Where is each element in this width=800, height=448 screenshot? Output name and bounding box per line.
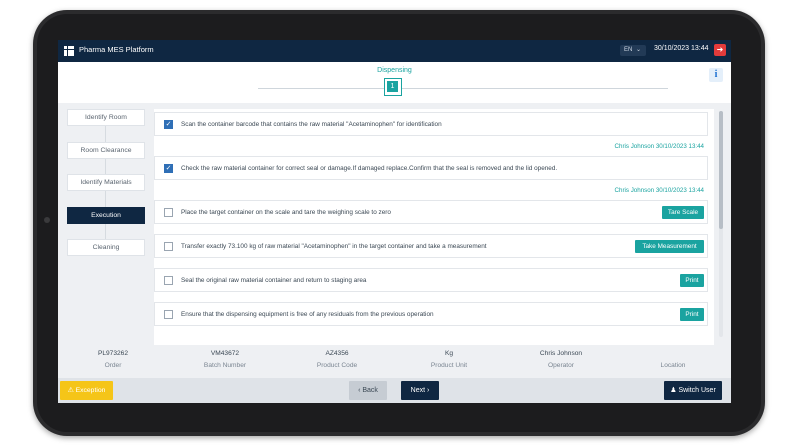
task-text: Transfer exactly 73.100 kg of raw materi… bbox=[181, 243, 487, 250]
header-datetime: 30/10/2023 13:44 bbox=[654, 45, 709, 52]
task-text: Seal the original raw material container… bbox=[181, 277, 367, 284]
sidebar-connector bbox=[105, 159, 106, 174]
task-text: Check the raw material container for cor… bbox=[181, 165, 558, 172]
tare-scale-button[interactable]: Tare Scale bbox=[662, 206, 704, 219]
stage-step-1[interactable]: 1 bbox=[384, 78, 402, 96]
task-text: Scan the container barcode that contains… bbox=[181, 121, 442, 128]
next-label: Next bbox=[410, 387, 426, 394]
task-row: Ensure that the dispensing equipment is … bbox=[154, 302, 708, 326]
stage-line bbox=[258, 88, 668, 89]
info-value: VM43672 bbox=[210, 350, 240, 357]
exception-button[interactable]: ⚠ Exception bbox=[60, 381, 113, 400]
task-row: ✓ Check the raw material container for c… bbox=[154, 156, 708, 180]
bottom-action-bar: ⚠ Exception ‹ Back Next › ♟ Switch User bbox=[58, 378, 731, 403]
info-value bbox=[618, 350, 728, 360]
task-checkbox[interactable] bbox=[164, 208, 173, 217]
back-label: Back bbox=[362, 387, 378, 394]
sidebar-item-identify-room[interactable]: Identify Room bbox=[67, 109, 145, 126]
task-row: Place the target container on the scale … bbox=[154, 200, 708, 224]
print-button[interactable]: Print bbox=[680, 308, 704, 321]
chevron-right-icon: › bbox=[427, 387, 430, 394]
info-label: Product Unit bbox=[430, 362, 468, 369]
sidebar-item-room-clearance[interactable]: Room Clearance bbox=[67, 142, 145, 159]
task-signoff: Chris Johnson 30/10/2023 13:44 bbox=[614, 143, 704, 150]
info-value: Kg bbox=[444, 350, 454, 357]
stage-number: 1 bbox=[387, 81, 398, 92]
app-title: Pharma MES Platform bbox=[79, 45, 154, 54]
sidebar-connector bbox=[105, 191, 106, 207]
camera-icon bbox=[44, 217, 50, 223]
sidebar-connector bbox=[105, 126, 106, 142]
info-value: AZ4356 bbox=[325, 350, 349, 357]
top-bar: Pharma MES Platform EN ⌄ 30/10/2023 13:4… bbox=[58, 40, 731, 62]
sidebar-item-execution[interactable]: Execution bbox=[67, 207, 145, 224]
app-screen: Pharma MES Platform EN ⌄ 30/10/2023 13:4… bbox=[58, 40, 731, 403]
task-text: Ensure that the dispensing equipment is … bbox=[181, 311, 434, 318]
info-order: PL973262 Order bbox=[58, 350, 168, 369]
take-measurement-button[interactable]: Take Measurement bbox=[635, 240, 704, 253]
logout-icon[interactable]: ➜ bbox=[714, 44, 726, 56]
info-icon[interactable]: i bbox=[709, 68, 723, 82]
next-button[interactable]: Next › bbox=[401, 381, 439, 400]
task-checkbox[interactable] bbox=[164, 276, 173, 285]
task-row: ✓ Scan the container barcode that contai… bbox=[154, 112, 708, 136]
info-label: Operator bbox=[547, 362, 575, 369]
switch-user-button[interactable]: ♟ Switch User bbox=[664, 381, 722, 400]
info-location: Location bbox=[618, 350, 728, 369]
info-product-unit: Kg Product Unit bbox=[394, 350, 504, 369]
task-signoff: Chris Johnson 30/10/2023 13:44 bbox=[614, 187, 704, 194]
grid-menu-icon[interactable] bbox=[64, 46, 74, 56]
print-button[interactable]: Print bbox=[680, 274, 704, 287]
task-checkbox[interactable]: ✓ bbox=[164, 164, 173, 173]
task-row: Seal the original raw material container… bbox=[154, 268, 708, 292]
info-label: Product Code bbox=[316, 362, 358, 369]
task-scrollbar[interactable] bbox=[719, 111, 723, 337]
main-area: Identify Room Room Clearance Identify Ma… bbox=[58, 103, 731, 346]
task-row: Transfer exactly 73.100 kg of raw materi… bbox=[154, 234, 708, 258]
switch-user-label: Switch User bbox=[678, 387, 716, 394]
warning-icon: ⚠ bbox=[67, 387, 74, 394]
info-operator: Chris Johnson Operator bbox=[506, 350, 616, 369]
task-checkbox[interactable] bbox=[164, 242, 173, 251]
language-select[interactable]: EN ⌄ bbox=[620, 45, 646, 56]
sidebar-connector bbox=[105, 224, 106, 239]
task-checkbox[interactable]: ✓ bbox=[164, 120, 173, 129]
sidebar-item-cleaning[interactable]: Cleaning bbox=[67, 239, 145, 256]
exception-label: Exception bbox=[75, 387, 106, 394]
task-text: Place the target container on the scale … bbox=[181, 209, 391, 216]
chevron-down-icon: ⌄ bbox=[636, 47, 642, 53]
back-button[interactable]: ‹ Back bbox=[349, 381, 387, 400]
language-value: EN bbox=[624, 47, 633, 53]
info-label: Location bbox=[660, 362, 686, 369]
stage-label: Dispensing bbox=[377, 67, 412, 74]
sidebar-item-identify-materials[interactable]: Identify Materials bbox=[67, 174, 145, 191]
task-list: ✓ Scan the container barcode that contai… bbox=[154, 109, 714, 345]
user-icon: ♟ bbox=[670, 387, 677, 394]
info-label: Batch Number bbox=[203, 362, 247, 369]
info-value: Chris Johnson bbox=[539, 350, 583, 357]
stage-stepper: Dispensing 1 i bbox=[58, 62, 731, 103]
info-value: PL973262 bbox=[97, 350, 129, 357]
order-info-bar: PL973262 Order VM43672 Batch Number AZ43… bbox=[58, 346, 731, 378]
info-product-code: AZ4356 Product Code bbox=[282, 350, 392, 369]
info-label: Order bbox=[104, 362, 122, 369]
task-checkbox[interactable] bbox=[164, 310, 173, 319]
info-batch-number: VM43672 Batch Number bbox=[170, 350, 280, 369]
chevron-left-icon: ‹ bbox=[358, 387, 361, 394]
scroll-thumb[interactable] bbox=[719, 111, 723, 229]
